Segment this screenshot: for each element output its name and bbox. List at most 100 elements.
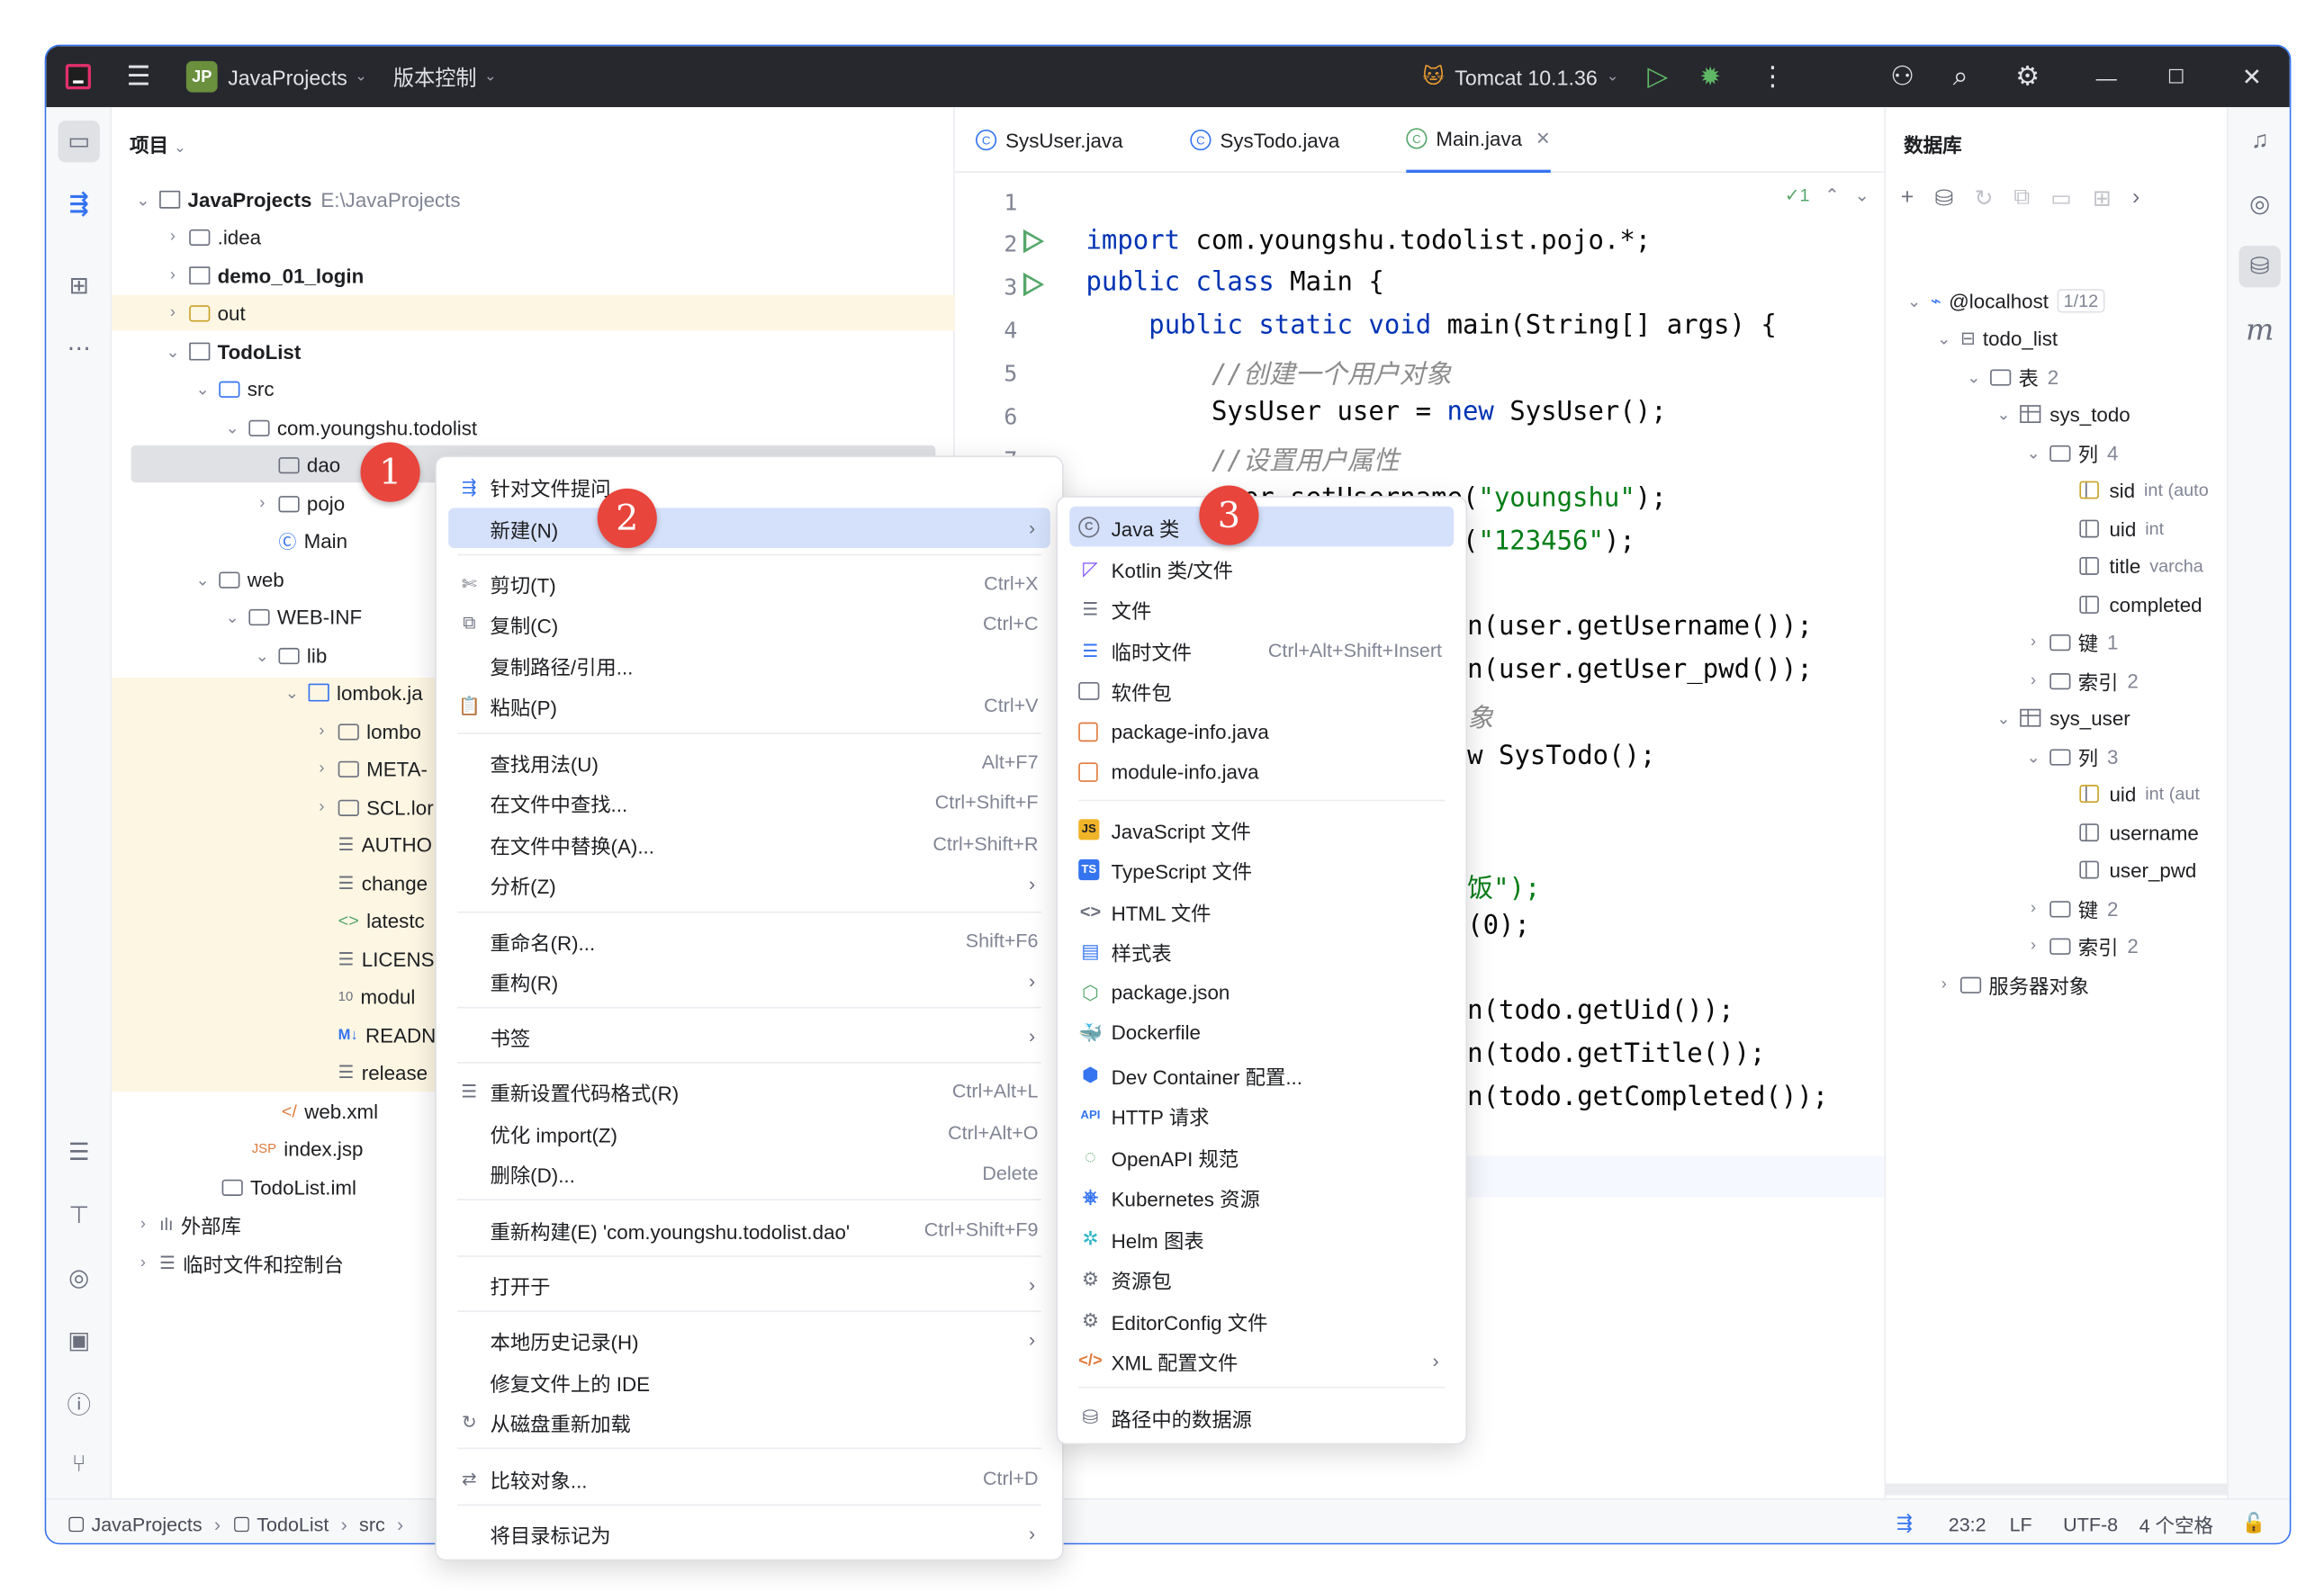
main-menu-icon[interactable]: ☰: [127, 46, 151, 107]
menu-item-mark-directory-as[interactable]: 将目录标记为 ›: [448, 1513, 1050, 1553]
db-tree-row[interactable]: ⌄ sys_todo: [1993, 396, 2130, 432]
tree-row[interactable]: ⌄ lib: [252, 637, 328, 673]
tree-row[interactable]: ⌄ TodoList: [162, 334, 301, 370]
db-tree-row[interactable]: user_pwd: [2079, 852, 2196, 888]
submenu-item-package-info[interactable]: package-info.java: [1069, 712, 1454, 752]
vcs-menu[interactable]: 版本控制 ⌄: [393, 46, 497, 107]
code-fragment[interactable]: 象: [1467, 698, 1493, 735]
app-logo-icon[interactable]: [65, 46, 91, 107]
menu-item-copy-path[interactable]: 复制路径/引用...: [448, 645, 1050, 686]
line-separator[interactable]: LF: [2010, 1500, 2032, 1543]
run-config-selector[interactable]: 🐱 Tomcat 10.1.36 ⌄: [1423, 46, 1619, 107]
code-fragment[interactable]: (0);: [1467, 912, 1530, 941]
chevron-right-icon[interactable]: ›: [2132, 184, 2139, 211]
submenu-item-xml-config[interactable]: </> XML 配置文件 ›: [1069, 1341, 1454, 1381]
db-tree-row[interactable]: uid int: [2079, 511, 2164, 547]
tree-row[interactable]: ⌄ WEB-INF: [222, 598, 363, 634]
run-tool-icon[interactable]: ◎: [59, 1257, 100, 1299]
menu-item-rename[interactable]: 重命名(R)... Shift+F6: [448, 921, 1050, 961]
submenu-item-package-json[interactable]: ⬡ package.json: [1069, 973, 1454, 1013]
run-main-gutter-icon[interactable]: [1022, 229, 1045, 254]
tree-row[interactable]: 10 modul: [338, 978, 416, 1014]
menu-item-copy[interactable]: ⧉ 复制(C) Ctrl+C: [448, 603, 1050, 643]
menu-item-rebuild[interactable]: 重新构建(E) 'com.youngshu.todolist.dao' Ctrl+…: [448, 1209, 1050, 1250]
more-tools-icon[interactable]: ⋯: [59, 328, 100, 369]
submenu-item-html[interactable]: <> HTML 文件: [1069, 891, 1454, 931]
breadcrumb-item[interactable]: JavaProjects: [91, 1513, 202, 1535]
menu-item-find-usages[interactable]: 查找用法(U) Alt+F7: [448, 742, 1050, 782]
project-panel-title[interactable]: 项目 ⌄: [130, 130, 186, 157]
chevron-up-icon[interactable]: ⌃: [1824, 184, 1840, 205]
file-encoding[interactable]: UTF-8: [2063, 1500, 2118, 1543]
git-icon[interactable]: ⑂: [59, 1444, 100, 1486]
sync-icon[interactable]: ⧉: [2013, 184, 2030, 211]
tree-row[interactable]: › ılı 外部库: [132, 1207, 241, 1243]
run-icon[interactable]: ▷: [1647, 46, 1668, 107]
submenu-item-stylesheet[interactable]: ▤ 样式表: [1069, 930, 1454, 971]
db-tree-row[interactable]: › 索引 2: [2022, 928, 2139, 964]
menu-item-paste[interactable]: 📋 粘贴(P) Ctrl+V: [448, 685, 1050, 725]
table-view-icon[interactable]: ⊞: [2093, 184, 2112, 211]
code-fragment[interactable]: n(todo.getTitle());: [1467, 1039, 1765, 1069]
inspection-widget[interactable]: ✓1 ⌃ ⌄: [1785, 184, 1869, 205]
tree-row[interactable]: › lombo: [311, 714, 421, 750]
tree-row[interactable]: </web.xml: [282, 1093, 378, 1129]
submenu-item-kotlin[interactable]: ◸ Kotlin 类/文件: [1069, 548, 1454, 589]
db-tree-row[interactable]: completed: [2079, 587, 2202, 623]
database-tool-icon[interactable]: ⛁: [2238, 246, 2281, 288]
db-tree-row[interactable]: › 键 1: [2022, 624, 2118, 660]
code-line-3[interactable]: public static void main(String[] args) {: [1085, 311, 1777, 341]
menu-item-find-in-files[interactable]: 在文件中查找... Ctrl+Shift+F: [448, 782, 1050, 822]
project-switcher[interactable]: JP JavaProjects ⌄: [185, 46, 367, 107]
tree-row[interactable]: ⌄ com.youngshu.todolist: [222, 409, 478, 445]
code-line-5[interactable]: SysUser user = new SysUser();: [1085, 398, 1667, 427]
code-line-4[interactable]: //创建一个用户对象: [1085, 355, 1452, 391]
tree-row[interactable]: › out: [162, 295, 246, 331]
notifications-bell-icon[interactable]: ♫: [2238, 121, 2280, 162]
tree-row[interactable]: ☰ AUTHO: [338, 827, 432, 863]
tree-row[interactable]: TodoList.iml: [221, 1169, 356, 1205]
tree-row[interactable]: › ☰ 临时文件和控制台: [132, 1245, 344, 1281]
settings-gear-icon[interactable]: ⚙: [2015, 46, 2040, 107]
submenu-item-dockerfile[interactable]: 🐳 Dockerfile: [1069, 1012, 1454, 1053]
console-icon[interactable]: ▭: [2050, 184, 2071, 211]
code-fragment[interactable]: 饭");: [1467, 868, 1540, 905]
tree-row[interactable]: ⌄ src: [192, 371, 274, 407]
ai-assistant-icon[interactable]: ◎: [2238, 184, 2280, 225]
tree-row[interactable]: ☰ release: [338, 1055, 428, 1091]
plugins-icon[interactable]: ⊞: [59, 265, 100, 307]
indent-setting[interactable]: 4 个空格: [2139, 1500, 2213, 1543]
submenu-item-scratch-file[interactable]: ☰ 临时文件 Ctrl+Alt+Shift+Insert: [1069, 630, 1454, 670]
chevron-down-icon[interactable]: ⌄: [1854, 184, 1869, 205]
maven-icon[interactable]: m: [2238, 309, 2280, 350]
tab-sysuser[interactable]: C SysUser.java: [976, 107, 1123, 173]
db-tree-row[interactable]: ⌄ sys_user: [1993, 700, 2130, 736]
submenu-item-openapi[interactable]: ◌ OpenAPI 规范: [1069, 1137, 1454, 1177]
refresh-icon[interactable]: ↻: [1974, 184, 1993, 211]
menu-item-reformat-code[interactable]: ☰ 重新设置代码格式(R) Ctrl+Alt+L: [448, 1071, 1050, 1111]
submenu-item-data-source[interactable]: ⛁ 路径中的数据源: [1069, 1397, 1454, 1437]
menu-item-compare-with[interactable]: ⇄ 比较对象... Ctrl+D: [448, 1458, 1050, 1498]
menu-item-new[interactable]: 新建(N) ›: [448, 508, 1050, 549]
code-line-6[interactable]: //设置用户属性: [1085, 441, 1400, 478]
db-tree-row[interactable]: ⌄ ⌁ @localhost 1/12: [1904, 283, 2104, 319]
menu-item-reload-from-disk[interactable]: ↻ 从磁盘重新加载: [448, 1401, 1050, 1442]
db-tree-row[interactable]: title varcha: [2079, 548, 2203, 584]
menu-item-optimize-imports[interactable]: 优化 import(Z) Ctrl+Alt+O: [448, 1112, 1050, 1153]
menu-item-bookmarks[interactable]: 书签 ›: [448, 1016, 1050, 1056]
menu-item-repair-ide[interactable]: 修复文件上的 IDE: [448, 1362, 1050, 1402]
minimize-icon[interactable]: —: [2096, 46, 2117, 107]
db-tree-row[interactable]: ⌄ 列 3: [2022, 739, 2118, 775]
submenu-item-editorconfig[interactable]: ⚙ EditorConfig 文件: [1069, 1300, 1454, 1341]
tree-row[interactable]: JSP index.jsp: [252, 1130, 364, 1166]
project-tool-icon[interactable]: ▭: [58, 121, 100, 163]
code-line-2[interactable]: public class Main {: [1085, 268, 1383, 298]
db-tree-row[interactable]: ⌄ 表 2: [1963, 359, 2058, 395]
submenu-item-http-request[interactable]: API HTTP 请求: [1069, 1094, 1454, 1135]
breadcrumb-item[interactable]: src: [359, 1513, 385, 1535]
menu-item-open-in[interactable]: 打开于 ›: [448, 1264, 1050, 1305]
db-tree-row[interactable]: › 服务器对象: [1933, 966, 2089, 1002]
menu-item-replace-in-files[interactable]: 在文件中替换(A)... Ctrl+Shift+R: [448, 823, 1050, 864]
structure-tool-icon[interactable]: ⇶: [59, 184, 100, 225]
close-icon[interactable]: ✕: [2242, 46, 2262, 107]
